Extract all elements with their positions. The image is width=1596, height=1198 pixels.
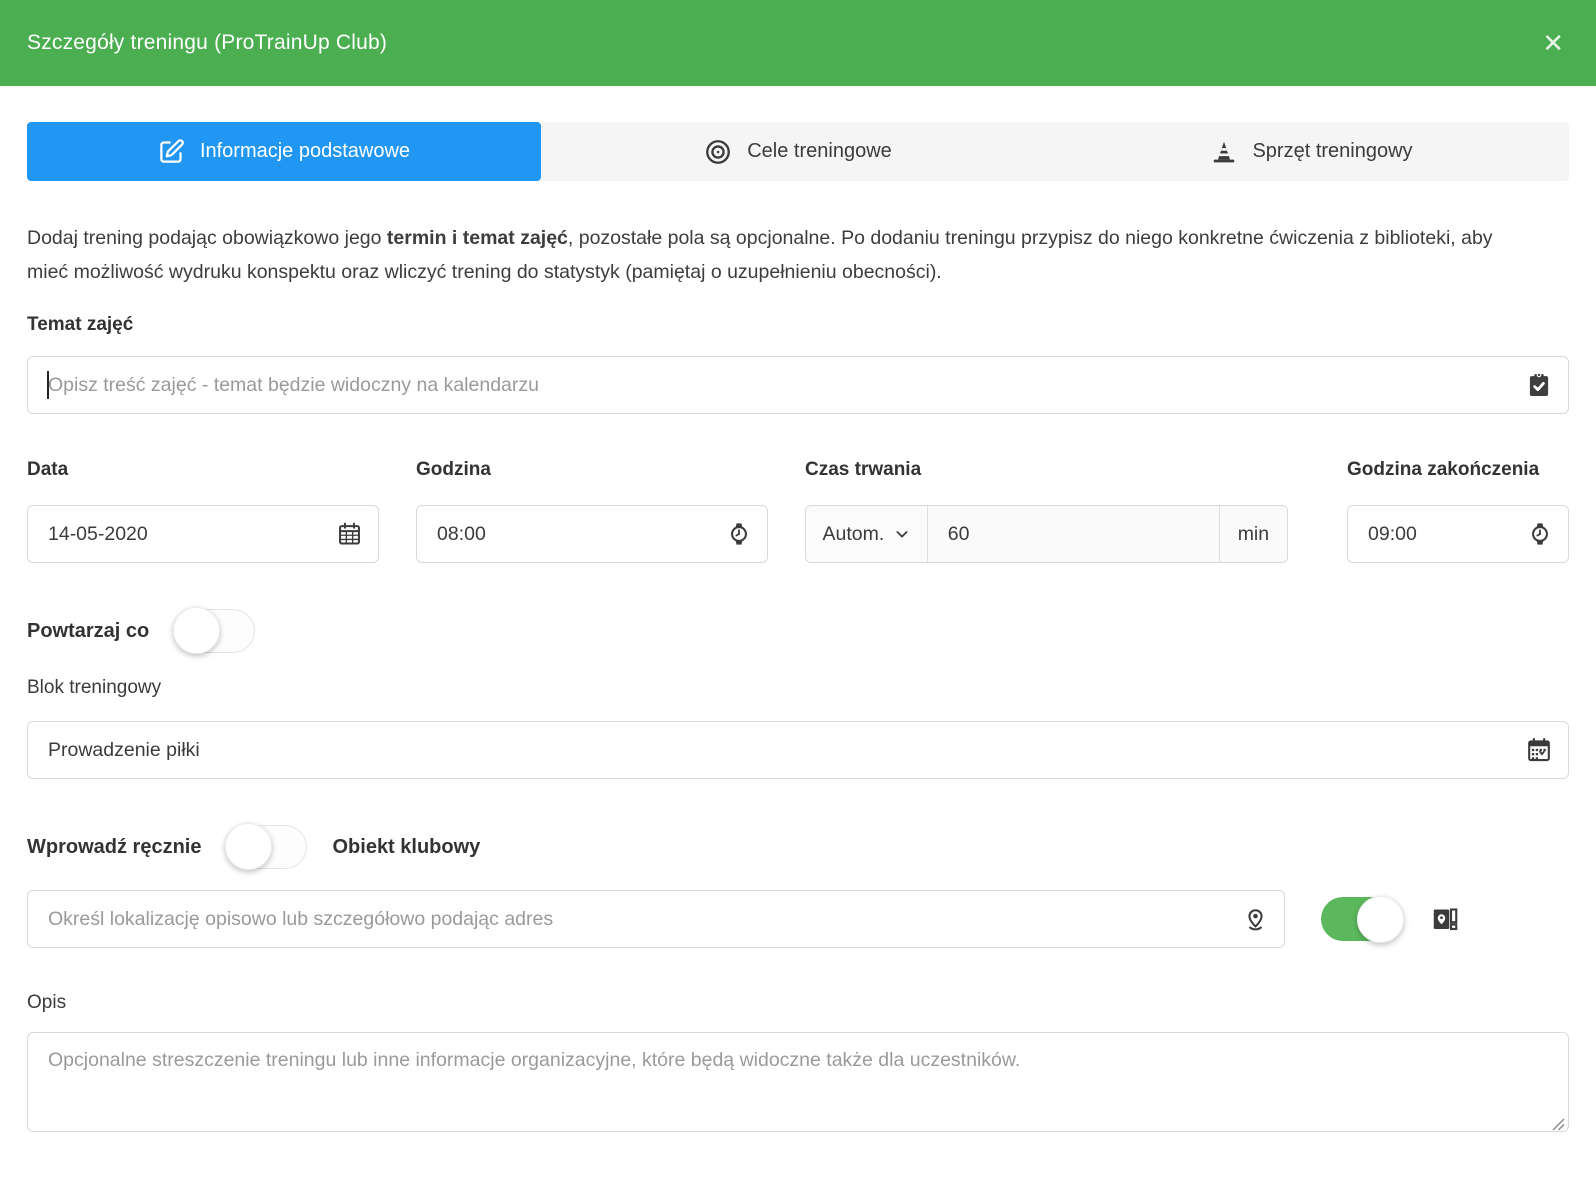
manual-entry-toggle[interactable]	[226, 825, 307, 869]
repeat-toggle[interactable]	[174, 609, 255, 653]
tab-bar: Informacje podstawowe Cele treningowe Sp…	[27, 122, 1569, 181]
tab-informacje-podstawowe[interactable]: Informacje podstawowe	[27, 122, 541, 181]
description-label: Opis	[27, 992, 1569, 1014]
modal-header: Szczegóły treningu (ProTrainUp Club) ✕	[0, 0, 1596, 86]
modal-title: Szczegóły treningu (ProTrainUp Club)	[27, 31, 387, 55]
intro-text: Dodaj trening podając obowiązkowo jego t…	[27, 221, 1527, 289]
date-label: Data	[27, 459, 379, 481]
description-textarea[interactable]	[27, 1032, 1569, 1132]
location-input[interactable]	[27, 890, 1285, 948]
duration-input[interactable]	[928, 506, 1219, 562]
map-book-icon[interactable]	[1430, 904, 1460, 934]
tab-cele-treningowe[interactable]: Cele treningowe	[541, 122, 1055, 181]
close-icon[interactable]: ✕	[1542, 30, 1564, 56]
text-caret	[47, 371, 49, 399]
tab-label: Sprzęt treningowy	[1252, 140, 1412, 163]
start-time-label: Godzina	[416, 459, 768, 481]
clipboard-check-icon[interactable]	[1525, 371, 1553, 399]
club-facility-label: Obiekt klubowy	[332, 836, 480, 859]
end-time-label: Godzina zakończenia	[1347, 459, 1569, 481]
resize-handle-icon[interactable]	[1551, 1117, 1565, 1131]
start-time-input[interactable]	[416, 505, 768, 563]
calendar-dots-icon[interactable]	[1525, 736, 1553, 764]
topic-input[interactable]	[27, 356, 1569, 414]
tab-sprzet-treningowy[interactable]: Sprzęt treningowy	[1055, 122, 1569, 181]
toggle-knob	[1357, 896, 1404, 943]
location-pin-icon	[1242, 906, 1269, 933]
duration-label: Czas trwania	[805, 459, 1288, 481]
training-block-label: Blok treningowy	[27, 677, 1569, 699]
training-block-input[interactable]	[27, 721, 1569, 779]
target-icon	[704, 138, 732, 166]
date-input[interactable]	[27, 505, 379, 563]
tab-label: Informacje podstawowe	[200, 140, 410, 163]
topic-label: Temat zajęć	[27, 314, 1569, 336]
watch-icon[interactable]	[1527, 521, 1553, 547]
watch-icon[interactable]	[726, 521, 752, 547]
duration-group: Autom. min	[805, 505, 1288, 563]
repeat-label: Powtarzaj co	[27, 620, 149, 643]
toggle-knob	[173, 607, 220, 654]
duration-mode-select[interactable]: Autom.	[806, 506, 928, 562]
edit-icon	[158, 138, 185, 165]
toggle-knob	[225, 823, 272, 870]
calendar-icon[interactable]	[336, 521, 363, 548]
duration-unit: min	[1219, 506, 1287, 562]
tab-label: Cele treningowe	[747, 140, 892, 163]
manual-entry-label: Wprowadź ręcznie	[27, 836, 201, 859]
club-facility-toggle[interactable]	[1321, 897, 1402, 941]
cone-icon	[1211, 139, 1237, 165]
chevron-down-icon	[894, 526, 910, 542]
